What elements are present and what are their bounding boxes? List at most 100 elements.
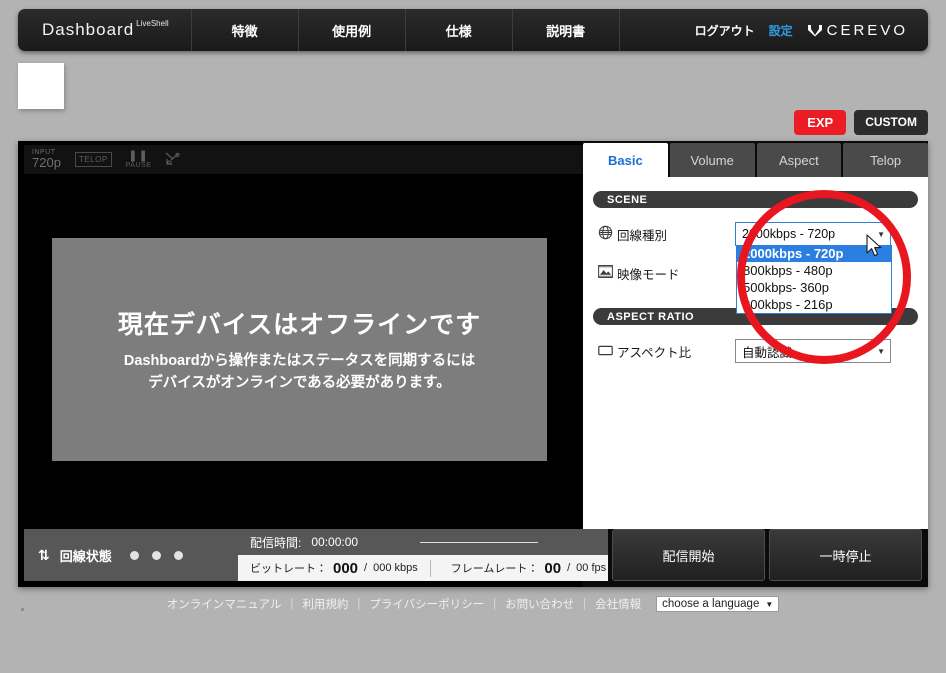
tab-volume[interactable]: Volume [669,143,755,177]
line-type-label: 回線種別 [617,228,668,243]
updown-arrows-icon: ⇅ [38,546,50,563]
connection-status-group: ⇅ 回線状態 [24,529,238,581]
dropdown-option-2000kbps[interactable]: 2000kbps - 720p [737,245,891,262]
offline-description-line2: デバイスがオンラインである必要があります。 [148,374,451,391]
top-navigation-bar: Dashboard LiveShell 特徴 使用例 仕様 説明書 ログアウト … [18,9,928,51]
footer-separator: | [290,598,294,610]
bitrate-framerate-row: ビットレート： 000 / 000 kbps フレームレート： 00 / 00 … [238,555,608,581]
offline-description-line1: Dashboardから操作またはステータスを同期するには [123,353,476,370]
cut-scissors-icon [165,152,180,165]
connection-strength-dots [129,550,183,560]
cerevo-logo[interactable]: CEREVO [807,22,908,39]
aspect-ratio-row: アスペクト比 自動認識 ▼ [593,338,918,364]
video-preview-area: INPUT 720p TELOP ❚❚ PAUSE 現在デバイスはオフラインです… [18,141,585,587]
strength-dot-1 [129,550,139,560]
dropdown-option-800kbps[interactable]: 800kbps - 480p [737,262,891,279]
nav-item-features[interactable]: 特徴 [192,9,299,51]
pause-indicator: ❚❚ PAUSE [125,149,152,169]
nav-item-manual[interactable]: 説明書 [513,9,620,51]
input-resolution-indicator: INPUT 720p [32,149,61,170]
rectangle-icon [593,343,617,359]
settings-panel: Basic Volume Aspect Telop SCENE 回線種別 200… [583,141,928,529]
offline-message-panel: 現在デバイスはオフラインです Dashboardから操作またはステータスを同期す… [52,238,547,461]
film-icon [593,265,617,281]
globe-icon [593,225,617,243]
pause-bars-icon: ❚❚ [128,149,149,162]
cerevo-wordmark: CEREVO [826,21,908,39]
stream-metrics-group: 配信時間: 00:00:00 ビットレート： 000 / 000 kbps フレ… [238,529,608,581]
stream-time-value: 00:00:00 [311,535,359,549]
footer-separator: | [583,598,587,610]
tab-aspect[interactable]: Aspect [756,143,842,177]
dashboard-app-container: INPUT 720p TELOP ❚❚ PAUSE 現在デバイスはオフラインです… [18,141,928,587]
aspect-ratio-label: アスペクト比 [617,345,692,360]
film-glyph [597,265,613,278]
scene-section-header: SCENE [593,191,918,208]
line-type-dropdown-list: 2000kbps - 720p 800kbps - 480p 500kbps- … [736,245,892,314]
footer-links: オンラインマニュアル | 利用規約 | プライバシーポリシー | お問い合わせ … [0,596,946,612]
footer-link-contact[interactable]: お問い合わせ [505,596,574,612]
video-status-indicators: INPUT 720p TELOP ❚❚ PAUSE [24,145,585,174]
footer-link-privacy-policy[interactable]: プライバシーポリシー [369,596,484,612]
chevron-down-icon: ▼ [877,346,885,356]
globe-glyph [598,225,612,240]
aspect-ratio-select[interactable]: 自動認識 ▼ [735,339,891,363]
page-artifact-dot [21,608,24,611]
footer-link-company-info[interactable]: 会社情報 [595,596,641,612]
language-selector-label: choose a language [662,598,760,610]
framerate-label: フレームレート： [450,563,539,575]
tab-basic[interactable]: Basic [583,143,668,177]
bottom-control-bar: ⇅ 回線状態 配信時間: 00:00:00 ビットレート： 000 / 000 … [24,529,922,581]
chevron-down-icon: ▼ [765,599,774,609]
strength-dot-3 [173,550,183,560]
seek-track[interactable] [420,541,539,543]
cut-icon [165,151,181,169]
brand-name: Dashboard [42,20,135,39]
tab-telop[interactable]: Telop [843,143,928,177]
rectangle-glyph [597,345,613,356]
input-value: 720p [32,155,61,171]
strength-dot-2 [151,550,161,560]
connection-status-label: 回線状態 [59,548,112,564]
line-type-row: 回線種別 2000kbps - 720p ▼ 2000kbps - 720p 8… [593,221,918,314]
stream-time-row: 配信時間: 00:00:00 [238,529,608,555]
dropdown-option-500kbps[interactable]: 500kbps- 360p [737,279,891,296]
nav-item-specs[interactable]: 仕様 [406,9,513,51]
telop-indicator: TELOP [74,152,112,167]
footer-separator: | [493,598,497,610]
video-mode-label: 映像モード [617,267,680,282]
language-selector[interactable]: choose a language ▼ [656,596,780,612]
custom-button[interactable]: CUSTOM [854,110,928,135]
bitrate-max: 000 kbps [373,562,418,574]
brand-superscript: LiveShell [136,19,169,28]
bitrate-label: ビットレート： [250,563,327,575]
thumbnail-placeholder [18,63,64,109]
line-type-select[interactable]: 2000kbps - 720p ▼ 2000kbps - 720p 800kbp… [735,222,892,314]
footer-link-online-manual[interactable]: オンラインマニュアル [167,596,282,612]
framerate-slash: / [567,562,571,574]
nav-item-use-cases[interactable]: 使用例 [299,9,406,51]
settings-link[interactable]: 設定 [769,22,793,39]
framerate-max: 00 fps [576,562,607,574]
bitrate-slash: / [364,562,368,574]
exp-button[interactable]: EXP [794,110,847,135]
metrics-divider [429,559,431,577]
pause-streaming-button[interactable]: 一時停止 [769,529,922,581]
start-streaming-button[interactable]: 配信開始 [612,529,765,581]
bitrate-value: 000 [333,559,359,577]
nav-right-group: ログアウト 設定 CEREVO [695,9,928,51]
dropdown-option-300kbps[interactable]: 300kbps - 216p [737,296,891,313]
logout-link[interactable]: ログアウト [695,22,755,39]
footer-link-terms[interactable]: 利用規約 [302,596,348,612]
offline-title: 現在デバイスはオフラインです [117,311,482,340]
brand-logo[interactable]: Dashboard LiveShell [18,9,192,51]
footer-separator: | [357,598,361,610]
stream-time-label: 配信時間: [250,535,302,550]
line-type-selected-value: 2000kbps - 720p [742,227,836,241]
mode-button-group: EXP CUSTOM [794,110,928,135]
cerevo-mark-icon [807,24,822,36]
pause-label: PAUSE [125,161,152,169]
settings-tab-bar: Basic Volume Aspect Telop [583,141,928,177]
framerate-value: 00 [544,559,562,577]
